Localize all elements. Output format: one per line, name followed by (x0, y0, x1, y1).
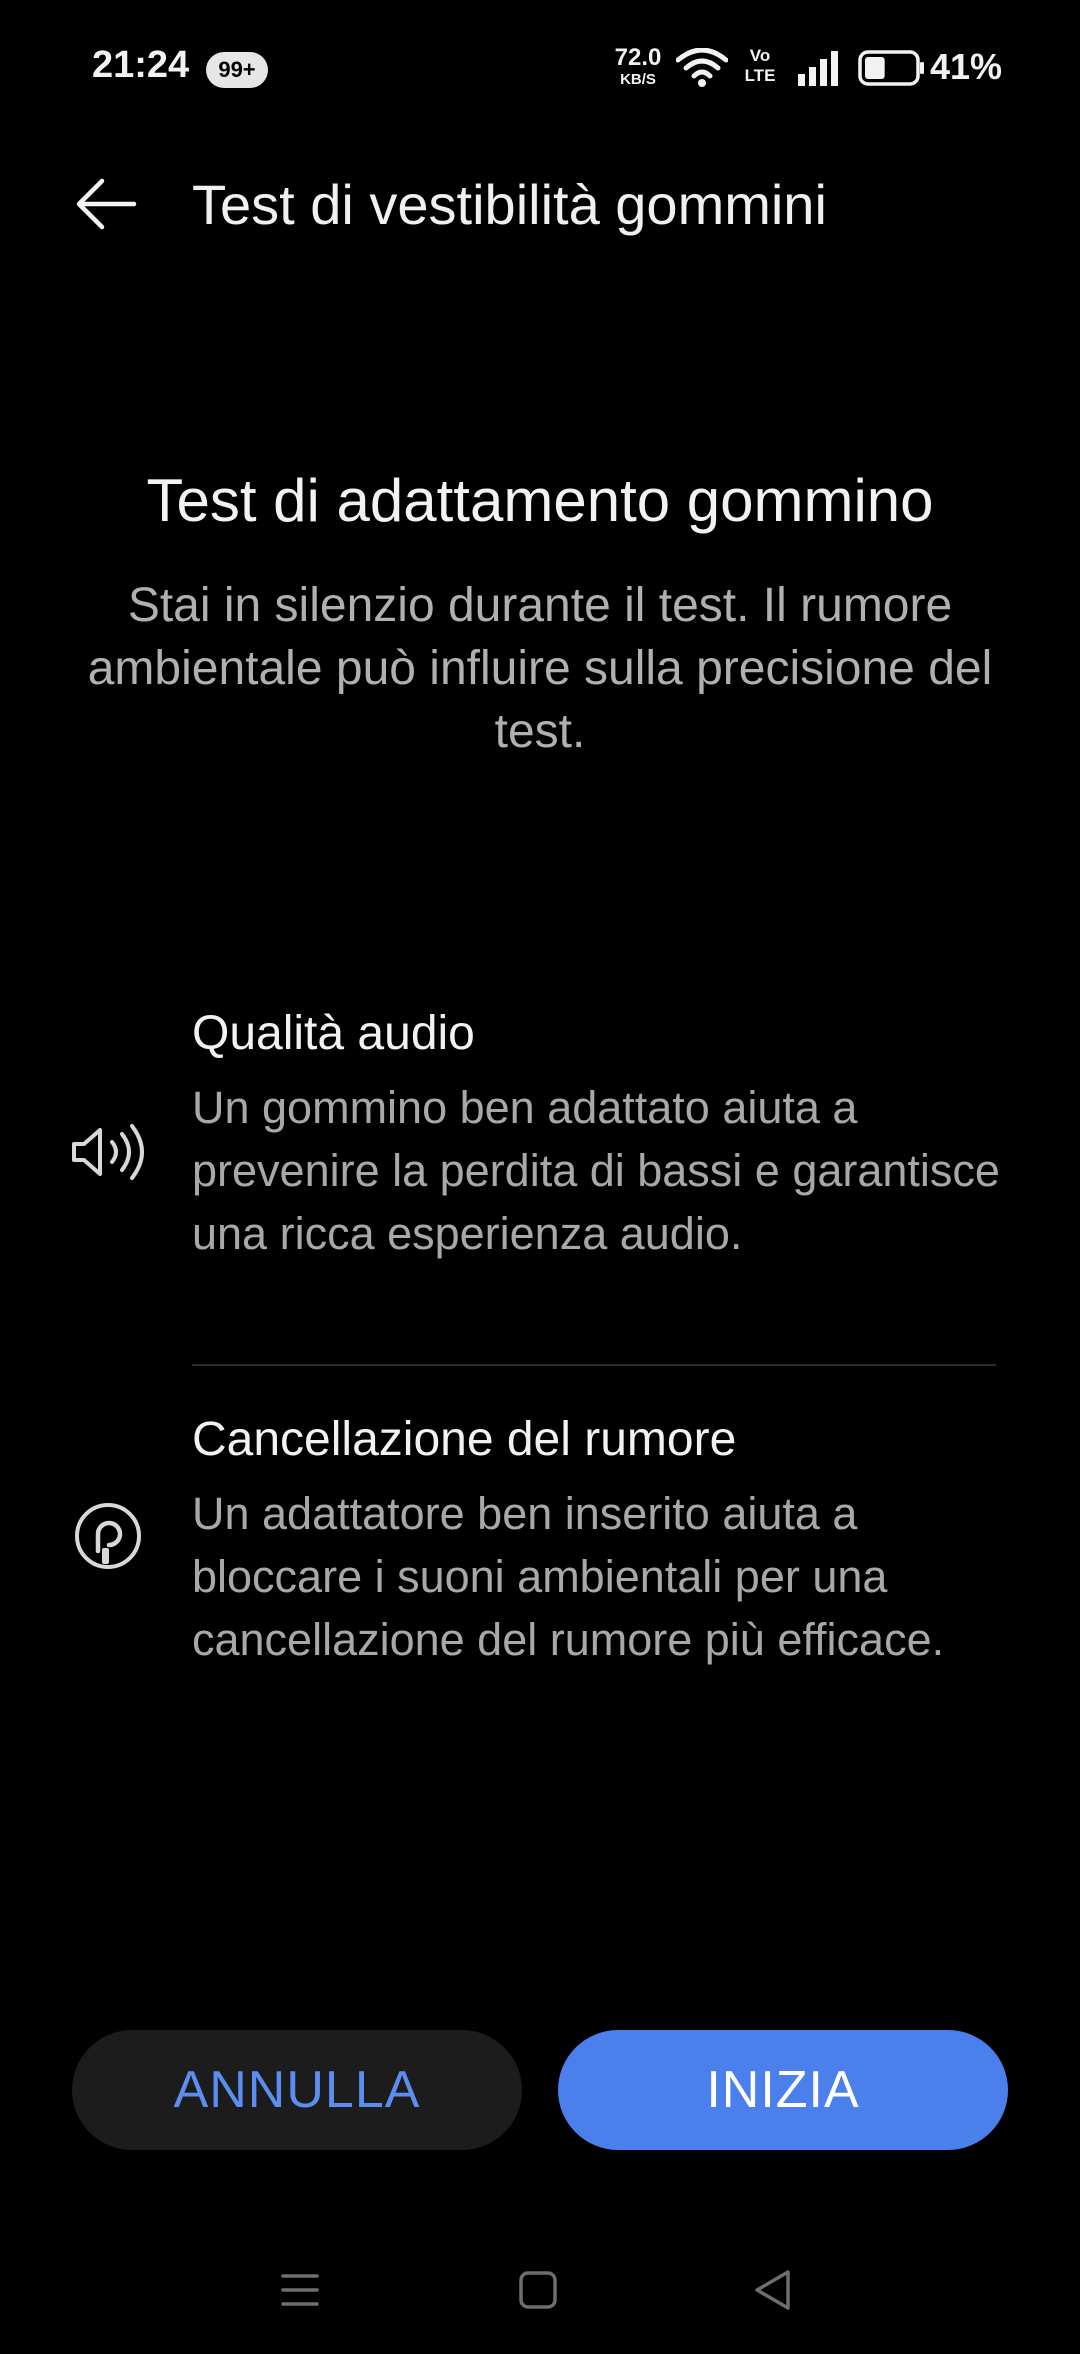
feature-title: Cancellazione del rumore (192, 1413, 737, 1466)
divider (192, 1364, 996, 1366)
home-icon[interactable] (518, 2270, 558, 2315)
volte-top-label: Vo (749, 46, 771, 65)
speaker-icon (70, 1114, 146, 1190)
battery-icon (858, 50, 926, 91)
navigation-bar (0, 2250, 1080, 2330)
feature-title: Qualità audio (192, 1007, 475, 1060)
arrow-left-icon (76, 178, 137, 230)
start-button[interactable]: INIZIA (558, 2030, 1008, 2150)
noise-cancellation-icon (70, 1498, 146, 1574)
volte-bottom-label: LTE (744, 66, 776, 85)
network-speed: 72.0 KB/S (606, 44, 670, 88)
battery-percent: 41% (930, 46, 1003, 87)
feature-description: Un gommino ben adattato aiuta a prevenir… (192, 1082, 1000, 1259)
menu-icon[interactable] (280, 2270, 320, 2315)
feature-description: Un adattatore ben inserito aiuta a blocc… (192, 1488, 945, 1665)
volte-indicator: Vo LTE (740, 46, 780, 86)
page-title: Test di vestibilità gommini (192, 173, 827, 236)
nav-back-icon[interactable] (752, 2268, 792, 2317)
section-title: Test di adattamento gommino (146, 467, 934, 534)
cancel-button[interactable]: ANNULLA (72, 2030, 522, 2150)
wifi-icon (675, 47, 729, 93)
notification-badge: 99+ (206, 52, 268, 88)
back-button[interactable] (66, 164, 146, 244)
network-speed-unit: KB/S (620, 71, 656, 88)
signal-icon (796, 50, 840, 91)
status-time: 21:24 (92, 44, 190, 86)
network-speed-value: 72.0 (614, 44, 662, 71)
status-bar: 21:24 99+ 72.0 KB/S Vo LTE 41% (0, 0, 1080, 140)
section-subtitle: Stai in silenzio durante il test. Il rum… (87, 579, 993, 758)
